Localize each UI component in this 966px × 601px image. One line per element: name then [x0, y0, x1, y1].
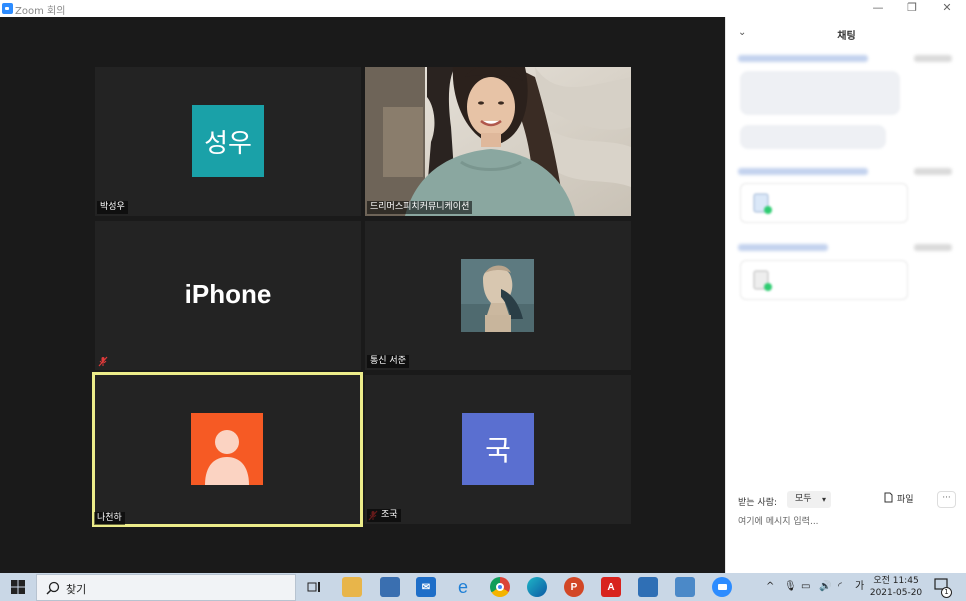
- message-time: [914, 55, 952, 62]
- message-sender-line: [738, 244, 828, 251]
- message-sender-line: [738, 55, 868, 62]
- avatar: [191, 413, 263, 485]
- edge-icon[interactable]: [527, 577, 547, 597]
- video-gallery: 성우 박성우 드리머스피치커뮤니케이션 iPhone 통신 서준 나천하 국 조…: [0, 17, 725, 573]
- participant-display-name: iPhone: [184, 279, 272, 309]
- file-icon: [753, 270, 772, 291]
- task-view-icon[interactable]: [304, 577, 324, 597]
- zoom-taskbar-icon[interactable]: [712, 577, 732, 597]
- participant-name: 나천하: [94, 512, 125, 525]
- avatar: 국: [462, 413, 534, 485]
- message-sender-line: [738, 168, 868, 175]
- recipient-value: 모두: [795, 494, 812, 504]
- file-icon: [753, 193, 772, 214]
- participant-tile-active-speaker[interactable]: 나천하: [92, 372, 363, 527]
- title-bar: Zoom 회의 — ❐ ✕: [0, 0, 966, 17]
- start-button[interactable]: [0, 573, 36, 601]
- avatar-photo: [461, 259, 534, 332]
- battery-icon[interactable]: ▭: [801, 573, 810, 601]
- search-placeholder: 찾기: [66, 583, 87, 596]
- notification-center-button[interactable]: 1: [934, 573, 954, 601]
- show-hidden-icons-chevron[interactable]: ^: [766, 573, 774, 601]
- participant-name: 드리머스피치커뮤니케이션: [367, 201, 473, 214]
- participant-video: [365, 67, 631, 216]
- internet-explorer-icon[interactable]: e: [453, 577, 473, 597]
- file-button-label: 파일: [897, 495, 914, 505]
- taskbar: 찾기 ✉ e P A ^ 🎙 ▭ 🔊 ◜ 가 오전 11:45 2021-05-…: [0, 573, 966, 601]
- photos-icon[interactable]: [638, 577, 658, 597]
- mail-icon[interactable]: ✉: [416, 577, 436, 597]
- system-clock[interactable]: 오전 11:45 2021-05-20: [868, 575, 924, 599]
- file-button[interactable]: 파일: [884, 492, 914, 507]
- message-time: [914, 244, 952, 251]
- file-explorer-icon[interactable]: [342, 577, 362, 597]
- ime-indicator[interactable]: 가: [855, 573, 864, 601]
- taskbar-search-box[interactable]: 찾기: [36, 574, 296, 601]
- chat-composer: 받는 사람: 모두 ▾ 파일 ···: [726, 483, 966, 573]
- file-icon: [884, 492, 893, 503]
- microphone-icon[interactable]: 🎙: [784, 573, 797, 601]
- participant-tile[interactable]: 드리머스피치커뮤니케이션: [365, 67, 631, 216]
- file-attachment-card[interactable]: [740, 183, 908, 223]
- windows-logo-icon: [11, 580, 25, 594]
- avatar: 성우: [192, 105, 264, 177]
- file-attachment-card[interactable]: [740, 260, 908, 300]
- zoom-logo-icon: [2, 3, 13, 14]
- participant-tile[interactable]: 성우 박성우: [95, 67, 361, 216]
- message-input[interactable]: [738, 515, 956, 529]
- participant-tile[interactable]: 통신 서준: [365, 221, 631, 370]
- chevron-down-icon: ▾: [821, 495, 826, 504]
- kakao-icon[interactable]: [675, 577, 695, 597]
- participant-name: 통신 서준: [367, 355, 409, 368]
- chat-title: 채팅: [837, 31, 856, 42]
- recipient-select[interactable]: 모두 ▾: [787, 491, 831, 508]
- more-options-button[interactable]: ···: [937, 491, 956, 508]
- store-icon[interactable]: [380, 577, 400, 597]
- recipient-label: 받는 사람:: [738, 498, 778, 508]
- minimize-button[interactable]: —: [866, 1, 890, 15]
- clock-date: 2021-05-20: [869, 588, 923, 598]
- volume-icon[interactable]: 🔊: [819, 573, 831, 601]
- clock-time: 오전 11:45: [873, 576, 919, 586]
- search-icon: [46, 581, 60, 595]
- participant-tile[interactable]: 국 조국: [365, 375, 631, 524]
- chat-panel: ⌄ 채팅 받는 사람: 모두 ▾ 파일 ··· 여기에 메시지 입력...: [725, 17, 966, 573]
- message-bubble: [740, 71, 900, 115]
- window-title: Zoom 회의: [15, 6, 66, 17]
- powerpoint-icon[interactable]: P: [564, 577, 584, 597]
- participant-tile[interactable]: iPhone: [95, 221, 361, 370]
- acrobat-icon[interactable]: A: [601, 577, 621, 597]
- chrome-icon[interactable]: [490, 577, 510, 597]
- avatar-initials: 성우: [204, 128, 252, 159]
- mic-muted-icon: [98, 356, 108, 367]
- notification-count-badge: 1: [941, 587, 952, 598]
- message-bubble: [740, 125, 886, 149]
- participant-name: 박성우: [97, 201, 128, 214]
- participant-name: 조국: [367, 509, 401, 522]
- close-button[interactable]: ✕: [935, 1, 959, 15]
- message-time: [914, 168, 952, 175]
- avatar-initials: 국: [485, 434, 511, 467]
- person-icon: [205, 430, 249, 485]
- chat-header: ⌄ 채팅: [726, 17, 966, 49]
- restore-button[interactable]: ❐: [900, 1, 924, 15]
- wifi-icon[interactable]: ◜: [838, 573, 842, 601]
